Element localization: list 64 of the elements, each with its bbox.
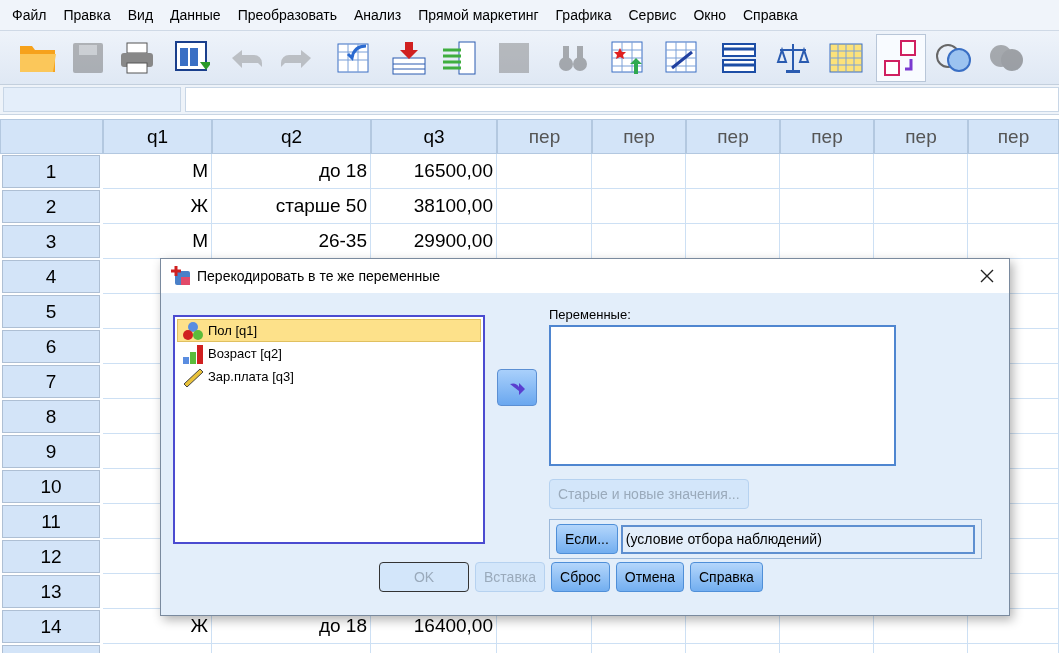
row-header[interactable]: 11 [2, 505, 100, 538]
variable-list-item[interactable]: Пол [q1] [177, 319, 481, 342]
menu-item[interactable]: Вид [119, 7, 163, 23]
table-cell: старше 50 [212, 189, 371, 224]
variable-label: Зар.плата [q3] [208, 369, 294, 384]
menu-item[interactable]: Анализ [346, 7, 411, 23]
recode-table-icon [171, 266, 191, 286]
menu-item[interactable]: Данные [162, 7, 230, 23]
row-header[interactable]: 8 [2, 400, 100, 433]
bar-steps-icon [182, 343, 204, 364]
menu-item[interactable]: Преобразовать [229, 7, 346, 23]
dialog-title: Перекодировать в те же переменные [197, 268, 442, 284]
row-header[interactable]: 3 [2, 225, 100, 258]
row-header[interactable]: 6 [2, 330, 100, 363]
row-header[interactable]: 9 [2, 435, 100, 468]
row-header[interactable]: 12 [2, 540, 100, 573]
if-button[interactable]: Если... [556, 524, 618, 554]
menu-item[interactable]: Правка [55, 7, 120, 23]
variables-list[interactable] [549, 325, 896, 466]
column-header[interactable]: пер [968, 119, 1059, 154]
dialog-button[interactable]: Сброс [551, 562, 610, 592]
cell-reference-field[interactable] [3, 87, 181, 112]
variable-list-item[interactable]: Зар.плата [q3] [177, 365, 481, 388]
menu-item[interactable]: Окно [685, 7, 735, 23]
row-header[interactable]: 5 [2, 295, 100, 328]
table-cell: 38100,00 [371, 189, 497, 224]
column-header[interactable]: пер [592, 119, 686, 154]
column-header[interactable]: q2 [212, 119, 371, 154]
table-cell: до 18 [212, 154, 371, 189]
close-icon [980, 269, 994, 283]
table-cell: 16500,00 [371, 154, 497, 189]
column-header[interactable]: пер [497, 119, 592, 154]
if-condition-field: (условие отбора наблюдений) [620, 524, 975, 554]
column-header[interactable]: пер [686, 119, 780, 154]
row-header[interactable]: 1 [2, 155, 100, 188]
row-header[interactable]: 14 [2, 610, 100, 643]
toolbar-labels-icon[interactable] [876, 33, 926, 82]
column-header[interactable]: пер [874, 119, 968, 154]
row-header[interactable]: 2 [2, 190, 100, 223]
menu-item[interactable]: Справка [735, 7, 807, 23]
table-cell: Ж [103, 189, 212, 224]
nominal-circles-icon [182, 320, 204, 341]
column-header[interactable]: q3 [371, 119, 497, 154]
column-header[interactable]: q1 [103, 119, 212, 154]
dialog-button[interactable]: Отмена [615, 562, 684, 592]
variable-list-item[interactable]: Возраст [q2] [177, 342, 481, 365]
cell-value-field[interactable] [185, 87, 1059, 112]
menu-item[interactable]: Файл [4, 7, 56, 23]
dialog-button[interactable]: Справка [690, 562, 763, 592]
menu-item[interactable]: Прямой маркетинг [410, 7, 548, 23]
source-variable-list[interactable]: Пол [q1] Возраст [q2] Зар.плата [q3] [173, 315, 485, 544]
variable-label: Пол [q1] [208, 323, 258, 338]
variables-label: Переменные: [549, 307, 632, 322]
column-header[interactable]: пер [780, 119, 874, 154]
variable-label: Возраст [q2] [208, 346, 282, 361]
menu-item[interactable]: Графика [547, 7, 621, 23]
row-header[interactable]: 13 [2, 575, 100, 608]
menu-item[interactable]: Сервис [620, 7, 686, 23]
move-right-button[interactable] [497, 369, 537, 406]
table-cell: М [103, 154, 212, 189]
row-header[interactable]: 4 [2, 260, 100, 293]
row-header[interactable]: 10 [2, 470, 100, 503]
row-header[interactable]: 7 [2, 365, 100, 398]
ruler-icon [182, 366, 204, 387]
